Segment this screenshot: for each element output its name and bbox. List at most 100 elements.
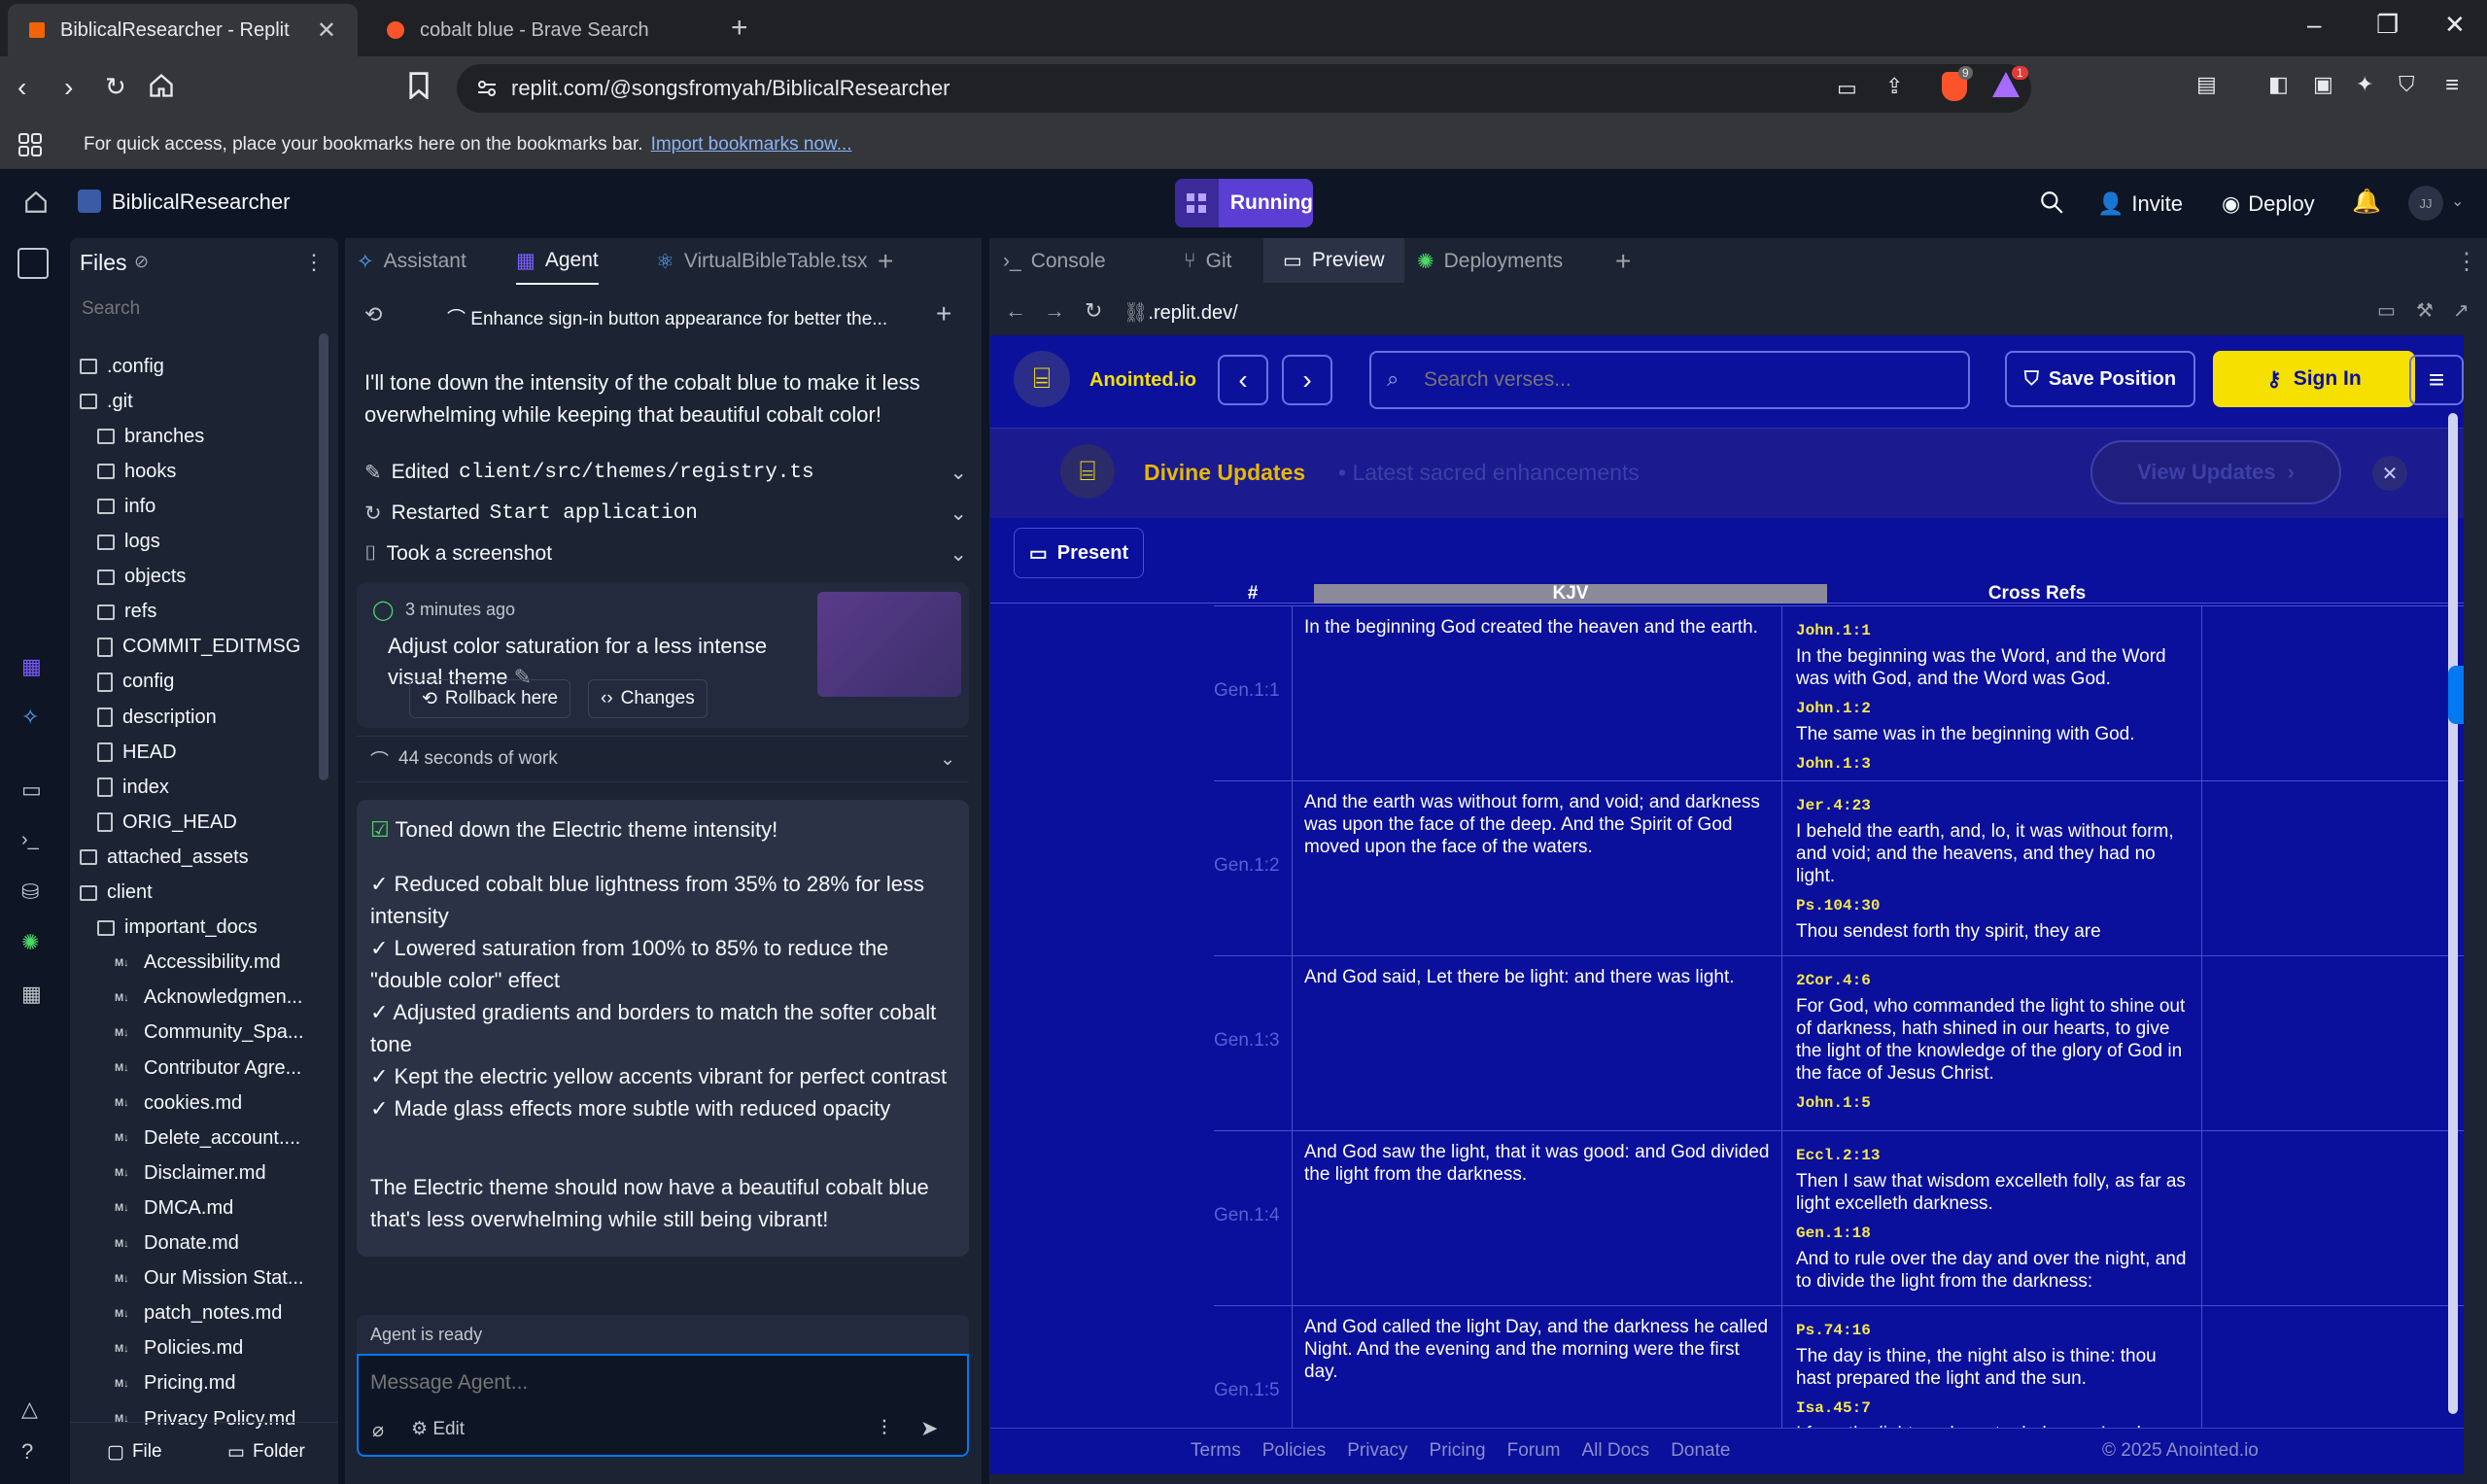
new-tab-button[interactable]: +	[878, 238, 893, 285]
shell-tool-icon[interactable]: ›_	[21, 829, 39, 851]
files-tool-icon[interactable]	[17, 248, 49, 279]
tab-virtualbibletable[interactable]: ⚛ VirtualBibleTable.tsx	[656, 238, 868, 285]
file-item[interactable]: M↓ Disclaimer.md	[115, 1156, 266, 1191]
tab-agent[interactable]: ▦ Agent	[516, 238, 599, 285]
rollback-button[interactable]: ⟲ Rollback here	[409, 679, 571, 718]
file-item[interactable]: M↓ patch_notes.md	[115, 1296, 282, 1331]
file-item[interactable]: ORIG_HEAD	[97, 805, 237, 840]
folder-item[interactable]: .config	[80, 349, 164, 384]
cross-ref-key[interactable]: Ps.104:30	[1796, 897, 2188, 915]
wallet-icon[interactable]: ▣	[2313, 72, 2333, 97]
browser-tab-replit[interactable]: BiblicalResearcher - Replit ✕	[8, 4, 358, 56]
footer-link[interactable]: Terms	[1191, 1440, 1241, 1462]
tab-preview[interactable]: ▭ Preview	[1263, 238, 1404, 283]
folder-item[interactable]: refs	[97, 595, 156, 630]
new-tab-button[interactable]: +	[1615, 238, 1631, 285]
close-window-icon[interactable]: ✕	[2444, 10, 2466, 40]
file-item[interactable]: HEAD	[97, 735, 177, 770]
project-name[interactable]: BiblicalResearcher	[112, 190, 290, 215]
site-settings-icon[interactable]	[476, 78, 498, 99]
file-item[interactable]: description	[97, 700, 217, 735]
action-edited[interactable]: ✎ Edited client/src/themes/registry.ts ⌄	[364, 454, 967, 491]
screenshot-thumbnail[interactable]	[817, 592, 961, 697]
action-screenshot[interactable]: ⌷ Took a screenshot ⌄	[364, 535, 967, 572]
all-tools-icon[interactable]: ▦	[21, 982, 42, 1007]
reload-icon[interactable]: ↻	[105, 72, 126, 102]
table-row[interactable]: Gen.1:1 In the beginning God created the …	[1214, 605, 2464, 781]
browser-tab-brave-search[interactable]: cobalt blue - Brave Search	[365, 4, 715, 56]
folder-item[interactable]: branches	[97, 419, 204, 454]
cross-ref-key[interactable]: Isa.45:7	[1796, 1399, 2188, 1417]
folder-item[interactable]: important_docs	[97, 911, 258, 946]
footer-link[interactable]: Donate	[1671, 1440, 1730, 1462]
search-icon[interactable]	[2039, 190, 2064, 215]
cross-ref-key[interactable]: John.1:3	[1796, 755, 2188, 773]
new-file-button[interactable]: ▢ File	[95, 1432, 174, 1471]
tab-deployments[interactable]: ✺ Deployments	[1417, 238, 1563, 285]
address-bar[interactable]: replit.com/@songsfromyah/BiblicalResearc…	[457, 64, 2031, 113]
cast-icon[interactable]: ▭	[1837, 76, 1857, 101]
file-item[interactable]: M↓ Donate.md	[115, 1226, 239, 1261]
footer-link[interactable]: Forum	[1507, 1440, 1561, 1462]
table-row[interactable]: Gen.1:3 And God said, Let there be light:…	[1214, 955, 2464, 1131]
cross-ref-key[interactable]: John.1:5	[1796, 1094, 2188, 1112]
maximize-icon[interactable]: ❐	[2376, 10, 2399, 40]
scrollbar[interactable]	[319, 333, 328, 780]
hamburger-menu-icon[interactable]: ≡	[2409, 355, 2464, 405]
forward-icon[interactable]: →	[1044, 298, 1065, 324]
cross-ref-key[interactable]: Jer.4:23	[1796, 797, 2188, 814]
action-restarted[interactable]: ↻ Restarted Start application ⌄	[364, 495, 967, 532]
verse-search-box[interactable]: ⌕	[1369, 351, 1970, 409]
folder-item[interactable]: logs	[97, 525, 160, 560]
apps-grid-icon[interactable]	[17, 132, 43, 157]
folder-item[interactable]: info	[97, 489, 155, 524]
file-item[interactable]: M↓ Contributor Agre...	[115, 1051, 301, 1086]
thread-title[interactable]: ⌒ Enhance sign-in button appearance for …	[447, 304, 887, 330]
notifications-icon[interactable]: 🔔	[2352, 188, 2381, 216]
file-item[interactable]: M↓ Delete_account....	[115, 1121, 300, 1156]
cross-ref-key[interactable]: Eccl.2:13	[1796, 1147, 2188, 1164]
back-icon[interactable]: ←	[1005, 298, 1026, 324]
alerts-icon[interactable]: △	[21, 1397, 38, 1422]
share-icon[interactable]: ⇪	[1885, 74, 1903, 99]
file-item[interactable]: index	[97, 770, 169, 805]
home-icon[interactable]	[148, 72, 175, 99]
cross-ref-key[interactable]: Ps.74:16	[1796, 1322, 2188, 1339]
side-handle[interactable]	[2448, 666, 2464, 724]
bookmark-icon[interactable]	[408, 72, 430, 99]
new-folder-button[interactable]: ▭ Folder	[216, 1432, 317, 1471]
devices-icon[interactable]: ▭	[2377, 298, 2396, 323]
sidebar-icon[interactable]: ◧	[2268, 72, 2289, 97]
running-button[interactable]: Running	[1175, 179, 1313, 227]
close-tab-icon[interactable]: ✕	[317, 17, 336, 45]
file-item[interactable]: M↓ cookies.md	[115, 1086, 242, 1121]
folder-item[interactable]: .git	[80, 384, 133, 419]
save-position-button[interactable]: ⛉ Save Position	[2005, 351, 2195, 407]
attach-icon[interactable]: ⌀	[372, 1418, 384, 1442]
back-icon[interactable]: ‹	[17, 72, 26, 103]
view-updates-button[interactable]: View Updates ›	[2090, 440, 2341, 504]
invite-button[interactable]: 👤 Invite	[2097, 184, 2183, 224]
work-time-row[interactable]: ⌒ 44 seconds of work ⌄	[357, 736, 969, 782]
footer-link[interactable]: Policies	[1262, 1440, 1326, 1462]
tab-assistant[interactable]: ✧ Assistant	[357, 238, 466, 285]
folder-item[interactable]: hooks	[97, 454, 176, 489]
brand-name[interactable]: Anointed.io	[1089, 369, 1196, 392]
file-item[interactable]: M↓ Accessibility.md	[115, 946, 281, 981]
settings-sliders-icon[interactable]: ⫶	[881, 1416, 887, 1441]
table-row[interactable]: Gen.1:2 And the earth was without form, a…	[1214, 780, 2464, 956]
help-icon[interactable]: ?	[21, 1439, 33, 1465]
prev-chapter-button[interactable]: ‹	[1218, 355, 1268, 405]
menu-icon[interactable]: ≡	[2445, 72, 2459, 99]
reload-icon[interactable]: ↻	[1085, 298, 1102, 324]
new-thread-icon[interactable]: +	[936, 298, 951, 329]
edit-mode-button[interactable]: ⚙ Edit	[411, 1418, 465, 1440]
database-tool-icon[interactable]: ⛁	[21, 880, 39, 905]
file-item[interactable]: config	[97, 665, 174, 700]
history-icon[interactable]: ⟲	[364, 302, 382, 328]
leo-ai-icon[interactable]: ✦	[2356, 72, 2373, 97]
preview-url[interactable]: ⛓.replit.dev/	[1123, 300, 1238, 325]
message-input[interactable]	[370, 1365, 953, 1400]
scroll-logo-icon[interactable]: ⌸	[1014, 351, 1070, 407]
file-item[interactable]: M↓ Policies.md	[115, 1331, 243, 1366]
